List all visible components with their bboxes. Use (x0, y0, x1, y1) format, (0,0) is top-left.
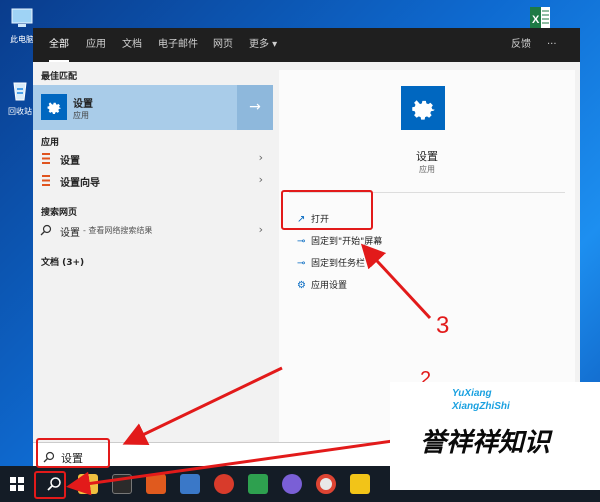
watermark-line1: YuXiang (452, 388, 492, 399)
watermark-big-text: 誉祥祥知识 (420, 428, 551, 458)
step-3-label: 3 (436, 312, 450, 339)
watermark-line2: XiangZhiShi (452, 401, 510, 412)
watermark: YuXiang XiangZhiShi 誉祥祥知识 (390, 382, 600, 490)
